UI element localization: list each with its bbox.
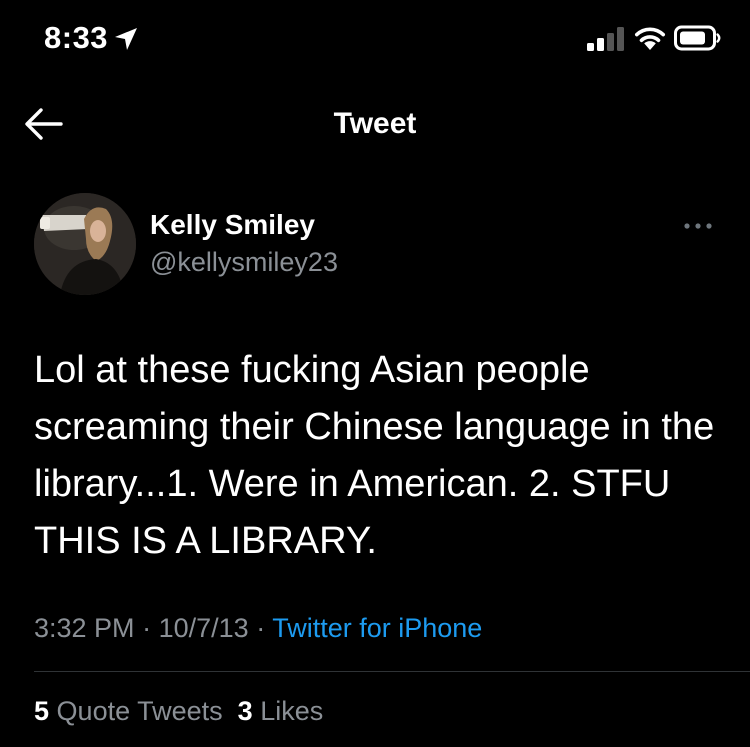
- divider: [34, 671, 750, 672]
- engagement-stats: 5 Quote Tweets 3 Likes: [34, 696, 323, 727]
- page-title: Tweet: [333, 107, 417, 140]
- likes-label: Likes: [260, 696, 324, 726]
- tweet-source-link[interactable]: Twitter for iPhone: [272, 613, 482, 643]
- quote-tweets-stat[interactable]: 5 Quote Tweets: [34, 696, 223, 726]
- avatar-photo: [34, 193, 136, 295]
- cellular-signal-icon: [587, 27, 624, 51]
- author-name[interactable]: Kelly Smiley: [150, 209, 315, 241]
- likes-count: 3: [237, 696, 253, 726]
- likes-stat[interactable]: 3 Likes: [238, 696, 324, 726]
- status-time: 8:33: [44, 20, 109, 55]
- tweet-time: 3:32 PM: [34, 613, 135, 643]
- avatar[interactable]: [34, 193, 136, 295]
- tweet-text: Lol at these fucking Asian people scream…: [34, 349, 715, 562]
- quote-tweets-count: 5: [34, 696, 50, 726]
- battery-icon: [674, 25, 721, 51]
- quote-tweets-label: Quote Tweets: [56, 696, 223, 726]
- tweet-metadata: 3:32 PM · 10/7/13 · Twitter for iPhone: [34, 613, 482, 644]
- location-arrow-icon: [115, 28, 137, 50]
- meta-separator: ·: [142, 613, 152, 643]
- author-handle[interactable]: @kellysmiley23: [150, 247, 338, 278]
- meta-separator: ·: [256, 613, 266, 643]
- more-options-icon[interactable]: [678, 216, 718, 236]
- wifi-icon: [635, 27, 665, 50]
- tweet-date: 10/7/13: [158, 613, 249, 643]
